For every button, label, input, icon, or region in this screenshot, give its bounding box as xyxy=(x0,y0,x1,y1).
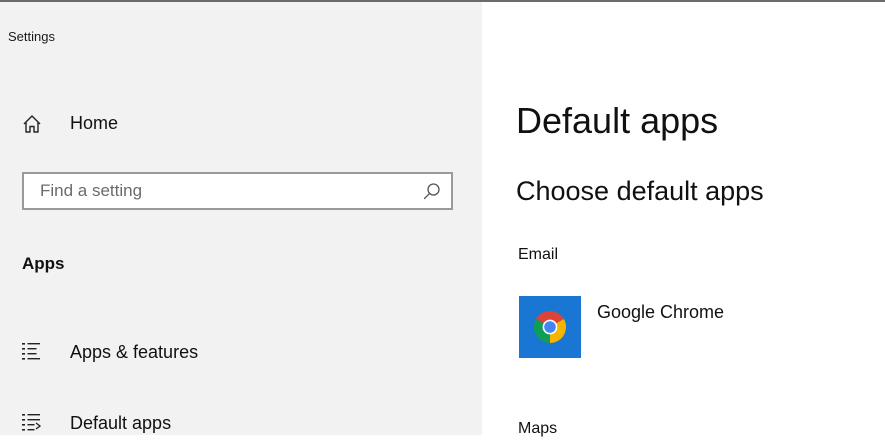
search-input[interactable] xyxy=(24,174,420,208)
search-box xyxy=(22,172,453,210)
window-title: Settings xyxy=(8,29,55,44)
google-chrome-icon xyxy=(519,296,581,362)
email-app-picker[interactable]: Google Chrome xyxy=(519,296,839,360)
search-icon[interactable] xyxy=(423,182,441,200)
sidebar-item-label: Default apps xyxy=(70,413,172,433)
home-label: Home xyxy=(70,113,119,133)
app-name: Google Chrome xyxy=(597,302,725,322)
category-label-maps: Maps xyxy=(518,420,558,437)
category-label-email: Email xyxy=(518,246,559,263)
sidebar-item-label: Apps & features xyxy=(70,342,199,362)
sidebar-item-default-apps[interactable]: Default apps xyxy=(0,406,482,442)
app-tile xyxy=(519,296,581,358)
home-icon xyxy=(22,114,42,134)
apps-features-icon xyxy=(21,341,41,361)
section-heading-apps: Apps xyxy=(22,254,65,273)
sidebar-item-home[interactable]: Home xyxy=(0,106,482,142)
page-subtitle: Choose default apps xyxy=(516,176,764,206)
sidebar-item-apps-features[interactable]: Apps & features xyxy=(0,335,482,371)
default-apps-icon xyxy=(21,412,42,432)
sidebar: Settings Home Apps xyxy=(0,2,482,435)
page-title: Default apps xyxy=(516,100,719,141)
